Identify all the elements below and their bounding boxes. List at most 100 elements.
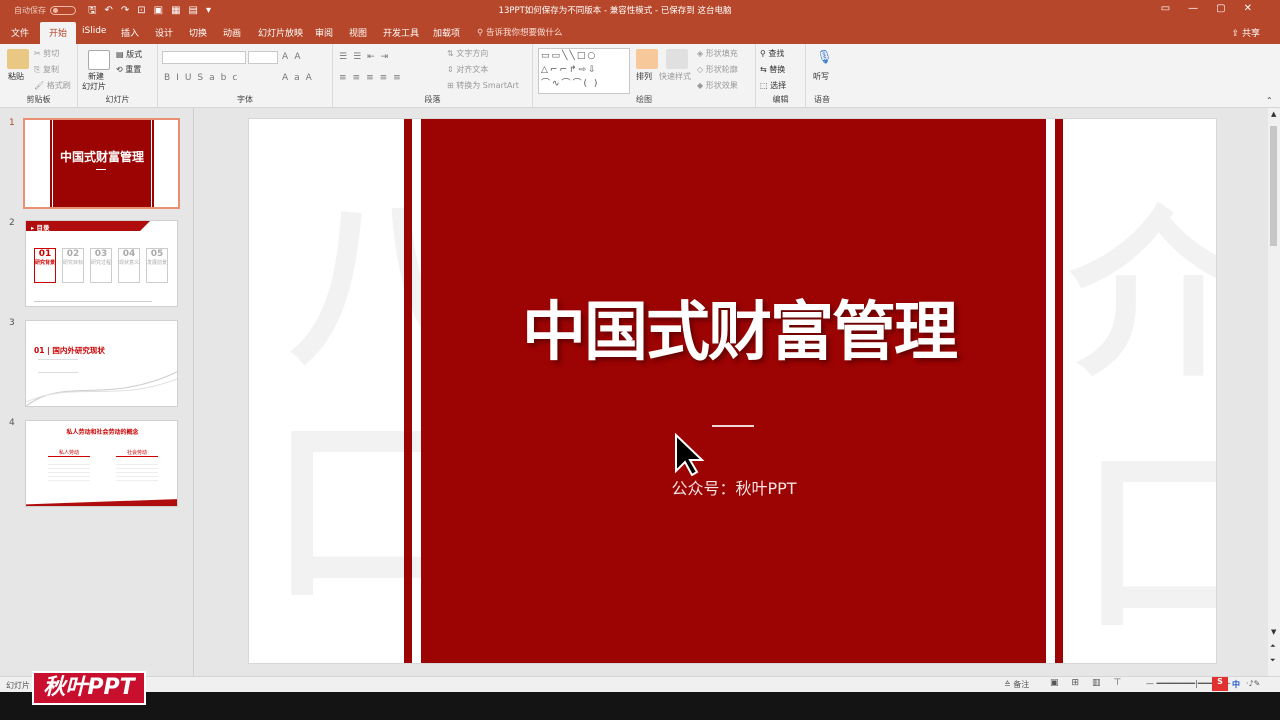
thumb2-item-4: 04 现状意义: [118, 248, 140, 283]
font-size-combo[interactable]: [248, 51, 278, 64]
cut-button[interactable]: ✂ 剪切: [34, 48, 59, 59]
slide-left-thin-stripe: [404, 119, 412, 663]
view-buttons[interactable]: ▣⊞▥⊤: [1050, 678, 1134, 688]
format-painter-button[interactable]: 🖌 格式刷: [34, 80, 71, 91]
mouse-pointer-icon: [675, 433, 705, 477]
quick-styles-icon[interactable]: [666, 49, 688, 69]
status-bar: 幻灯片 ≙ 备注 ▣⊞▥⊤ — ━━━━━━━━|━━━━━ + S 中 ·♪✎: [0, 676, 1280, 692]
ime-logo-icon[interactable]: S: [1212, 677, 1228, 691]
ime-language[interactable]: 中: [1232, 679, 1240, 690]
thumb2-item-3-text: 研究过程: [91, 260, 112, 266]
slide-thumbnail-2[interactable]: ▸ 目录 01 研究背景 02 研究目标 03 研究过程 04 现状意义 05 发展前景: [25, 220, 178, 307]
group-editing: ⚲ 查找 ⇆ 替换 ⬚ 选择 编辑: [756, 44, 806, 108]
taskbar: [0, 692, 1280, 720]
thumb2-item-1-text: 研究背景: [35, 260, 56, 266]
thumb4-title: 私人劳动和社会劳动的概念: [66, 429, 139, 436]
copy-button[interactable]: ⎘ 复制: [34, 64, 59, 75]
background-ghost-glyph-right-2: 口: [1079, 379, 1216, 663]
slide-number-3: 3: [9, 318, 15, 328]
format-painter-label: 格式刷: [46, 81, 71, 90]
tab-file[interactable]: 文件: [11, 26, 29, 39]
shape-fill-button[interactable]: ◈ 形状填充: [697, 48, 738, 59]
arrange-button[interactable]: 排列: [636, 71, 652, 82]
tell-me-search[interactable]: ⚲ 告诉我你想要做什么: [477, 26, 562, 38]
select-button[interactable]: ⬚ 选择: [760, 80, 786, 91]
layout-button[interactable]: ▤ 版式: [116, 49, 142, 60]
thumb2-item-5-num: 05: [150, 249, 164, 259]
scrollbar-thumb[interactable]: [1270, 126, 1277, 246]
find-button[interactable]: ⚲ 查找: [760, 48, 784, 59]
dictate-button[interactable]: 听写: [813, 71, 829, 82]
slide-title[interactable]: 中国式财富管理: [459, 281, 1019, 373]
tab-islide[interactable]: iSlide: [82, 26, 106, 36]
thumb2-item-5: 05 发展前景: [146, 248, 168, 283]
tab-slideshow[interactable]: 幻灯片放映: [258, 26, 303, 39]
align-buttons[interactable]: ≡≡≡≡≡: [339, 73, 407, 83]
thumb1-title: 中国式财富管理: [59, 150, 144, 164]
slide-subtitle[interactable]: 公众号：秋叶PPT: [644, 475, 824, 499]
current-slide[interactable]: 八 口 介 口 中国式财富管理 公众号：秋叶PPT: [248, 118, 1217, 664]
scroll-down-icon[interactable]: ▼: [1271, 628, 1276, 636]
align-text-button[interactable]: ⇕ 对齐文本: [447, 64, 488, 75]
slide-counter: 幻灯片: [6, 681, 30, 690]
thumb2-item-5-text: 发展前景: [147, 260, 168, 266]
font-size-grow-shrink[interactable]: AA: [282, 52, 307, 62]
quick-styles-button[interactable]: 快速样式: [659, 71, 691, 82]
arrange-icon[interactable]: [636, 49, 658, 69]
thumb2-item-2-num: 02: [66, 249, 80, 259]
copy-label: 复制: [42, 65, 59, 74]
ime-tools-icon[interactable]: ·♪✎: [1246, 679, 1260, 688]
slide-thumbnail-4[interactable]: 私人劳动和社会劳动的概念 私人劳动 社会劳动: [25, 420, 178, 507]
list-buttons[interactable]: ☰☰⇤⇥: [339, 52, 394, 62]
prev-slide-icon[interactable]: ⏶: [1270, 642, 1276, 651]
new-slide-label-2[interactable]: 幻灯片: [82, 81, 106, 92]
tab-home[interactable]: 开始: [40, 22, 77, 44]
smartart-button[interactable]: ⊞ 转换为 SmartArt: [447, 80, 519, 91]
thumb4-left-heading: 私人劳动: [48, 449, 90, 457]
shape-outline-button[interactable]: ◇ 形状轮廓: [697, 64, 738, 75]
font-color-buttons[interactable]: AaA: [282, 73, 318, 83]
font-format-buttons[interactable]: BIUSabc: [164, 73, 243, 83]
slide-number-2: 2: [9, 218, 15, 228]
tab-insert[interactable]: 插入: [121, 26, 139, 39]
next-slide-icon[interactable]: ⏷: [1270, 656, 1276, 665]
share-button[interactable]: ⇪ 共享: [1232, 26, 1260, 39]
ribbon: 粘贴 ✂ 剪切 ⎘ 复制 🖌 格式刷 剪贴板 新建 幻灯片 ▤ 版式 ⟲ 重置 …: [0, 44, 1280, 108]
microphone-icon[interactable]: 🎙: [816, 50, 833, 65]
vertical-scrollbar[interactable]: ▲ ▼ ⏶ ⏷: [1268, 108, 1280, 676]
share-label: 共享: [1241, 29, 1260, 39]
font-family-combo[interactable]: [162, 51, 246, 64]
tab-design[interactable]: 设计: [155, 26, 173, 39]
slide-thumbnail-1[interactable]: 中国式财富管理: [23, 118, 180, 209]
group-font: AA BIUSabc AaA 字体: [158, 44, 333, 108]
slide-thumbnail-3[interactable]: 01 | 国内外研究现状: [25, 320, 178, 407]
paste-button[interactable]: 粘贴: [8, 71, 24, 82]
replace-label: 替换: [769, 65, 786, 74]
tab-review[interactable]: 审阅: [315, 26, 333, 39]
shapes-gallery[interactable]: ▭▭╲╲□○ △⌐⌐↱⇨⇩ ⌒∿⌒⌒( ): [538, 48, 630, 94]
cut-label: 剪切: [43, 49, 60, 58]
notes-button[interactable]: ≙ 备注: [1004, 679, 1029, 690]
tab-developer[interactable]: 开发工具: [383, 26, 419, 39]
paste-icon[interactable]: [7, 49, 29, 69]
shape-effects-button[interactable]: ◆ 形状效果: [697, 80, 738, 91]
replace-button[interactable]: ⇆ 替换: [760, 64, 785, 75]
tab-addins[interactable]: 加载项: [433, 26, 460, 39]
layout-label: 版式: [126, 50, 143, 59]
group-voice: 🎙 听写 语音: [806, 44, 838, 108]
window-controls[interactable]: ▭—▢✕: [1161, 3, 1270, 14]
collapse-ribbon-icon[interactable]: ⌃: [1266, 96, 1273, 105]
text-direction-button[interactable]: ⇅ 文字方向: [447, 48, 488, 59]
thumb2-item-4-num: 04: [122, 249, 136, 259]
new-slide-icon[interactable]: [88, 50, 110, 70]
background-ghost-glyph-right: 介: [1069, 149, 1216, 410]
reset-button[interactable]: ⟲ 重置: [116, 64, 141, 75]
slide-divider-line: [712, 425, 754, 427]
tab-animations[interactable]: 动画: [223, 26, 241, 39]
tab-transitions[interactable]: 切换: [189, 26, 207, 39]
scroll-up-icon[interactable]: ▲: [1271, 110, 1276, 118]
slide-thumbnail-panel: 1 中国式财富管理 2 ▸ 目录 01 研究背景 02 研究目标 03 研究过程 04…: [0, 108, 194, 676]
slide-red-panel: [421, 119, 1046, 663]
tab-view[interactable]: 视图: [349, 26, 367, 39]
group-label-slides: 幻灯片: [105, 95, 130, 104]
